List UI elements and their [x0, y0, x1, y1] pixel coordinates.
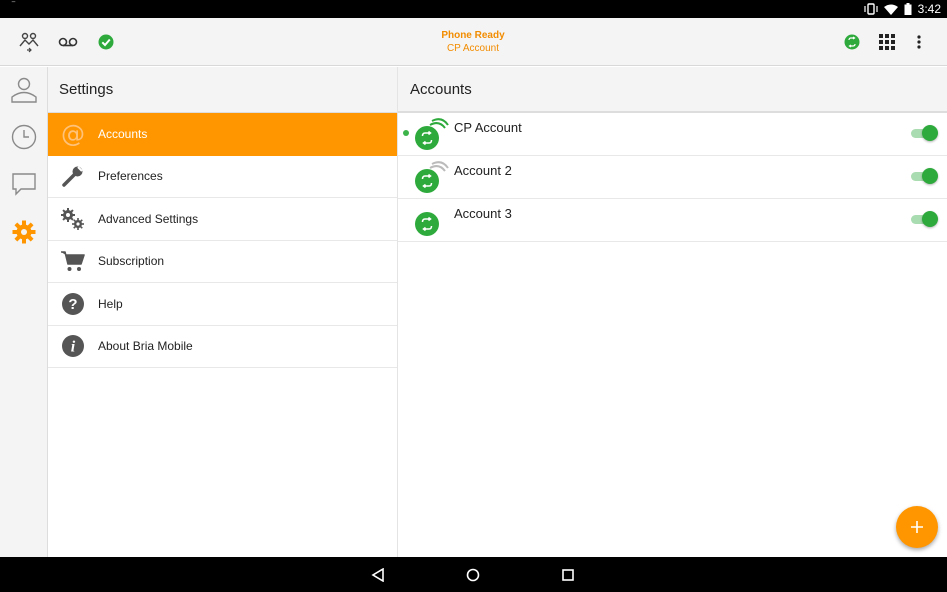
- voicemail-icon: [58, 37, 78, 47]
- account-connecting-icon: [415, 161, 449, 193]
- contacts-transfer-icon: [19, 32, 39, 53]
- home-button[interactable]: [463, 565, 483, 585]
- gear-icon: [12, 220, 36, 244]
- settings-item-accounts[interactable]: @ Accounts: [48, 113, 397, 156]
- settings-item-label: About Bria Mobile: [98, 339, 193, 354]
- nav-settings[interactable]: [8, 216, 40, 248]
- status-title: Phone Ready: [441, 30, 505, 41]
- nav-history[interactable]: [8, 121, 40, 153]
- help-icon: ?: [48, 292, 98, 316]
- voicemail-button[interactable]: [52, 26, 84, 58]
- plus-icon: [911, 521, 923, 533]
- wrench-icon: [48, 164, 98, 188]
- account-row[interactable]: Account 3: [398, 199, 947, 242]
- settings-item-label: Help: [98, 296, 123, 311]
- default-account-indicator: [403, 130, 409, 136]
- chat-bubble-icon: [12, 173, 36, 196]
- overflow-menu-icon: [917, 35, 921, 49]
- svg-text:i: i: [71, 339, 76, 356]
- status-subtitle: CP Account: [446, 43, 500, 54]
- ready-check-icon: [98, 34, 114, 50]
- account-row[interactable]: Account 2: [398, 156, 947, 199]
- account-enable-toggle[interactable]: [911, 168, 938, 184]
- toggle-knob: [922, 168, 938, 184]
- toggle-knob: [922, 125, 938, 141]
- account-registered-icon: [415, 118, 449, 150]
- top-toolbar: Phone Ready CP Account: [0, 18, 947, 66]
- home-circle-icon: [466, 568, 480, 582]
- settings-item-subscription[interactable]: Subscription: [48, 241, 397, 283]
- overflow-menu-button[interactable]: [903, 26, 935, 58]
- account-icon: [415, 212, 439, 236]
- accounts-panel: Accounts CP Account Account 2 Account 3: [398, 67, 947, 557]
- status-icons: 3:42: [864, 2, 941, 16]
- recents-button[interactable]: [558, 565, 578, 585]
- notification-mark: ‾: [12, 1, 15, 11]
- ready-status-button[interactable]: [90, 26, 122, 58]
- account-enable-toggle[interactable]: [911, 211, 938, 227]
- toggle-knob: [922, 211, 938, 227]
- phone-status: Phone Ready CP Account: [373, 29, 573, 55]
- info-icon: i: [48, 334, 98, 358]
- svg-text:?: ?: [68, 296, 77, 313]
- account-status-icon: [844, 34, 860, 50]
- recents-square-icon: [562, 569, 574, 581]
- settings-item-label: Advanced Settings: [98, 211, 199, 226]
- battery-icon: [904, 3, 912, 15]
- account-status-button[interactable]: [836, 26, 868, 58]
- settings-item-advanced[interactable]: Advanced Settings: [48, 198, 397, 241]
- dialpad-button[interactable]: [871, 26, 903, 58]
- add-account-button[interactable]: [896, 506, 938, 548]
- settings-item-about[interactable]: i About Bria Mobile: [48, 326, 397, 368]
- account-row[interactable]: CP Account: [398, 113, 947, 156]
- contacts-transfer-button[interactable]: [13, 26, 45, 58]
- settings-item-label: Subscription: [98, 254, 165, 269]
- accounts-title: Accounts: [398, 67, 947, 113]
- settings-item-label: Preferences: [98, 169, 163, 184]
- nav-messages[interactable]: [8, 168, 40, 200]
- clock-icon: [11, 124, 37, 150]
- account-enable-toggle[interactable]: [911, 125, 938, 141]
- back-triangle-icon: [371, 568, 384, 582]
- system-nav-bar: [0, 557, 947, 592]
- cart-icon: [48, 249, 98, 273]
- nav-contacts[interactable]: [8, 73, 40, 105]
- dialpad-icon: [879, 34, 895, 50]
- account-name: CP Account: [454, 120, 522, 135]
- wifi-icon: [883, 4, 898, 15]
- vibrate-icon: [864, 3, 878, 15]
- settings-panel: Settings @ Accounts Preferences Advanced…: [48, 67, 398, 557]
- settings-item-preferences[interactable]: Preferences: [48, 156, 397, 198]
- left-nav: [0, 67, 48, 557]
- settings-item-help[interactable]: ? Help: [48, 283, 397, 326]
- at-icon: @: [61, 120, 85, 149]
- account-name: Account 2: [454, 163, 512, 178]
- contact-icon: [11, 77, 37, 103]
- clock: 3:42: [917, 2, 941, 16]
- back-button[interactable]: [368, 565, 388, 585]
- status-bar: ‾ 3:42: [0, 0, 947, 18]
- settings-item-label: Accounts: [98, 127, 148, 142]
- gears-icon: [48, 207, 98, 231]
- settings-title: Settings: [48, 67, 397, 113]
- account-name: Account 3: [454, 206, 512, 221]
